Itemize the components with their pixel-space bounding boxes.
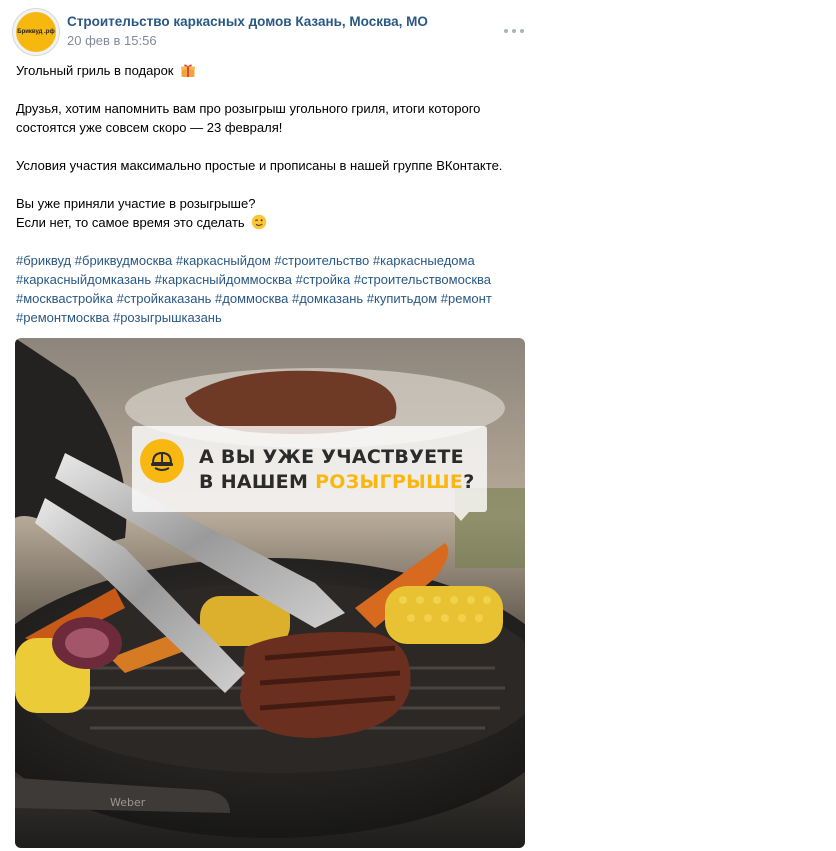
grill-brand-text: Weber [110,796,146,809]
more-icon[interactable] [504,22,524,40]
hashtag[interactable]: #москвастройка [16,291,113,306]
post-text: Угольный гриль в подарок Друзья, хотим н… [16,61,536,327]
avatar-logo: Бриквуд .рф [16,12,56,52]
post-title: Угольный гриль в подарок [16,63,174,78]
hashtag[interactable]: #ремонтмосква [16,310,109,325]
hashtag[interactable]: #бриквуд [16,253,71,268]
hashtag[interactable]: #стройка [296,272,351,287]
banner-line-2-prefix: В НАШЕМ [199,471,316,493]
banner-line-2-suffix: ? [463,471,475,493]
hashtag[interactable]: #строительство [274,253,369,268]
paragraph-1-line-1: Друзья, хотим напомнить вам про розыгрыш… [16,101,481,116]
promo-banner-tail [453,512,469,521]
paragraph-1-line-2: состоятся уже совсем скоро — 23 февраля! [16,120,283,135]
hashtag[interactable]: #каркасныйдоммосква [155,272,292,287]
hashtag[interactable]: #каркасныедома [373,253,475,268]
paragraph-3-line-2: Если нет, то самое время это сделать [16,215,245,230]
paragraph-3-line-1: Вы уже приняли участие в розыгрыше? [16,196,256,211]
wink-emoji-icon [252,214,267,230]
hashtag[interactable]: #розыгрышказань [113,310,222,325]
banner-accent-word: РОЗЫГРЫШЕ [315,471,464,493]
hashtag[interactable]: #каркасныйдом [176,253,271,268]
hashtag[interactable]: #ремонт [441,291,492,306]
gift-emoji-icon [181,64,196,77]
banner-line-2: В НАШЕМ РОЗЫГРЫШЕ? [199,471,475,493]
post-title-line: Угольный гриль в подарок [16,61,536,80]
hashtag[interactable]: #бриквудмосква [75,253,172,268]
hashtag[interactable]: #купитьдом [367,291,437,306]
hashtag[interactable]: #доммосква [215,291,288,306]
hashtag[interactable]: #домказань [292,291,363,306]
paragraph-2: Условия участия максимально простые и пр… [16,158,503,173]
grill-photo: Weber [15,338,525,848]
promo-banner [132,426,487,512]
post-photo[interactable]: Weber А ВЫ УЖЕ УЧАСТВУЕТЕ В НАШЕМ РОЗЫГР… [15,338,525,848]
author-name[interactable]: Строительство каркасных домов Казань, Мо… [67,14,428,29]
helmet-icon [140,439,184,483]
avatar[interactable]: Бриквуд .рф [12,8,60,56]
hashtags: #бриквуд #бриквудмосква #каркасныйдом #с… [16,251,536,327]
avatar-logo-text: Бриквуд .рф [17,29,55,35]
hashtag[interactable]: #стройкаказань [117,291,212,306]
post: Бриквуд .рф Строительство каркасных домо… [0,0,836,851]
hashtag[interactable]: #строительствомосква [354,272,491,287]
paragraph-3-line-2-wrap: Если нет, то самое время это сделать [16,213,536,232]
hashtag[interactable]: #каркасныйдомказань [16,272,151,287]
post-date[interactable]: 20 фев в 15:56 [67,33,157,48]
banner-line-1: А ВЫ УЖЕ УЧАСТВУЕТЕ [199,446,464,468]
